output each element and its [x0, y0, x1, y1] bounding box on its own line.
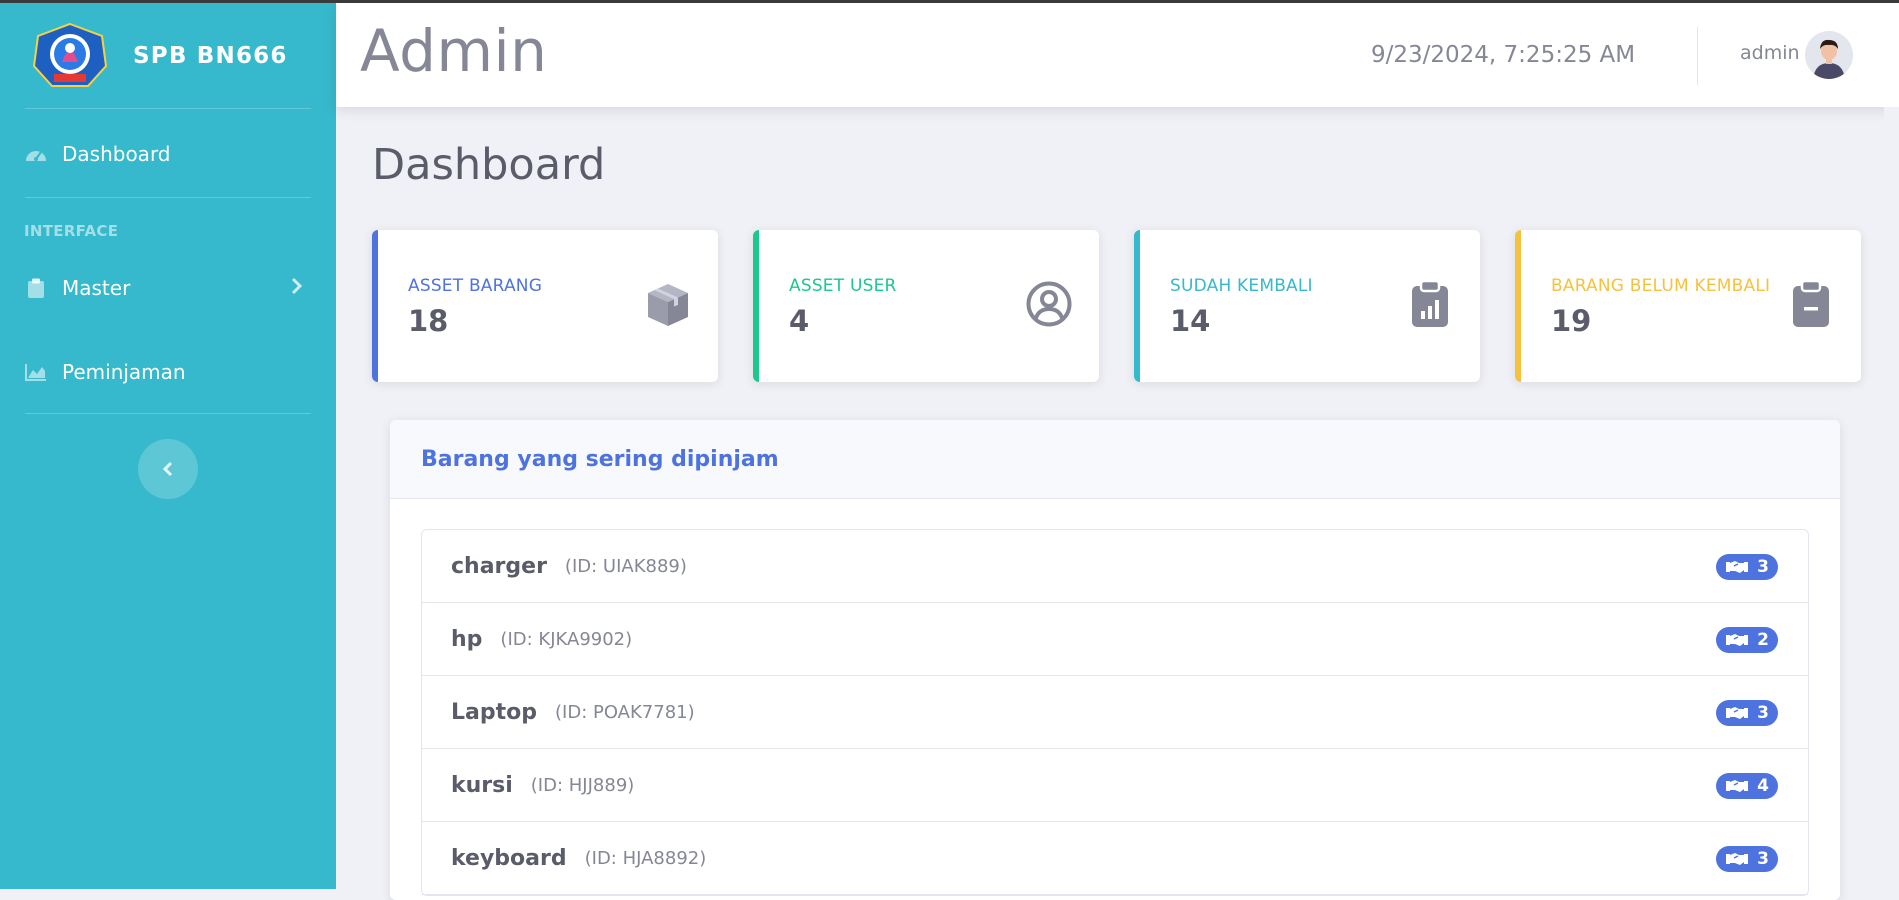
card-label: ASSET BARANG	[408, 276, 543, 296]
sidebar-item-peminjaman[interactable]: Peminjaman	[24, 360, 186, 384]
sidebar-divider	[25, 197, 311, 198]
item-name: kursi	[451, 772, 513, 798]
loan-count: 3	[1757, 849, 1769, 869]
item-id: (ID: HJA8892)	[584, 847, 707, 869]
sidebar-toggle-button[interactable]	[138, 439, 198, 499]
handshake-icon	[1726, 780, 1749, 792]
clipboard-icon	[24, 278, 48, 298]
item-id: (ID: HJJ889)	[530, 774, 635, 796]
frequent-items-list: charger (ID: UIAK889) 3 hp (ID: KJKA9902…	[421, 529, 1809, 896]
sidebar-heading: INTERFACE	[24, 222, 119, 240]
handshake-icon	[1726, 853, 1749, 865]
clipboard-minus-icon	[1793, 280, 1829, 327]
item-id: (ID: KJKA9902)	[500, 628, 633, 650]
user-circle-icon	[1026, 281, 1072, 327]
loan-count: 2	[1757, 630, 1769, 650]
loan-count: 4	[1757, 776, 1769, 796]
tachometer-icon	[24, 144, 48, 164]
item-id: (ID: UIAK889)	[564, 555, 687, 577]
card-label: BARANG BELUM KEMBALI	[1551, 276, 1771, 296]
scrollbar[interactable]	[1884, 107, 1899, 889]
loan-count-badge: 3	[1716, 846, 1778, 872]
card-barang-belum-kembali: BARANG BELUM KEMBALI 19	[1515, 230, 1861, 382]
page-title: Dashboard	[372, 140, 606, 190]
chevron-right-icon[interactable]	[291, 277, 303, 295]
datetime: 9/23/2024, 7:25:25 AM	[1371, 42, 1636, 68]
card-asset-user: ASSET USER 4	[753, 230, 1099, 382]
sidebar-item-master[interactable]: Master	[24, 276, 130, 300]
brand-name: SPB BN666	[133, 43, 288, 69]
chevron-left-icon	[162, 461, 173, 477]
sidebar-item-label: Master	[62, 276, 131, 300]
list-item[interactable]: charger (ID: UIAK889) 3	[422, 530, 1808, 603]
sidebar-item-label: Dashboard	[62, 142, 171, 166]
card-sudah-kembali: SUDAH KEMBALI 14	[1134, 230, 1480, 382]
topbar-divider	[1697, 27, 1698, 85]
list-item[interactable]: kursi (ID: HJJ889) 4	[422, 749, 1808, 822]
loan-count-badge: 3	[1716, 554, 1778, 580]
card-label: SUDAH KEMBALI	[1170, 276, 1313, 296]
loan-count-badge: 2	[1716, 627, 1778, 653]
list-item[interactable]: keyboard (ID: HJA8892) 3	[422, 822, 1808, 895]
handshake-icon	[1726, 634, 1749, 646]
sidebar-divider	[25, 108, 311, 109]
loan-count: 3	[1757, 557, 1769, 577]
card-value: 19	[1551, 304, 1592, 338]
card-value: 14	[1170, 304, 1211, 338]
item-name: hp	[451, 626, 483, 652]
handshake-icon	[1726, 561, 1749, 573]
loan-count: 3	[1757, 703, 1769, 723]
sidebar-item-dashboard[interactable]: Dashboard	[24, 142, 171, 166]
frequent-items-panel: Barang yang sering dipinjam charger (ID:…	[390, 420, 1840, 900]
school-logo	[32, 22, 108, 87]
sidebar-item-label: Peminjaman	[62, 360, 186, 384]
handshake-icon	[1726, 707, 1749, 719]
item-name: charger	[451, 553, 547, 579]
list-item[interactable]: hp (ID: KJKA9902) 2	[422, 603, 1808, 676]
clipboard-chart-icon	[1412, 280, 1448, 327]
item-name: Laptop	[451, 699, 537, 725]
loan-count-badge: 3	[1716, 700, 1778, 726]
brand-link[interactable]: SPB BN666	[32, 22, 322, 90]
box-icon	[648, 284, 688, 326]
topbar: Admin 9/23/2024, 7:25:25 AM admin	[336, 3, 1899, 107]
app-title: Admin	[360, 17, 548, 85]
item-id: (ID: POAK7781)	[555, 701, 695, 723]
loan-count-badge: 4	[1716, 773, 1778, 799]
area-chart-icon	[24, 362, 48, 382]
list-item[interactable]: Laptop (ID: POAK7781) 3	[422, 676, 1808, 749]
sidebar-divider	[25, 413, 311, 414]
card-value: 4	[789, 304, 810, 338]
card-label: ASSET USER	[789, 276, 897, 296]
card-asset-barang: ASSET BARANG 18	[372, 230, 718, 382]
panel-title: Barang yang sering dipinjam	[390, 420, 1840, 499]
card-value: 18	[408, 304, 449, 338]
avatar[interactable]	[1805, 31, 1853, 79]
user-name[interactable]: admin	[1740, 42, 1800, 64]
sidebar: SPB BN666 Dashboard INTERFACE Master Pem…	[0, 0, 336, 889]
item-name: keyboard	[451, 845, 567, 871]
